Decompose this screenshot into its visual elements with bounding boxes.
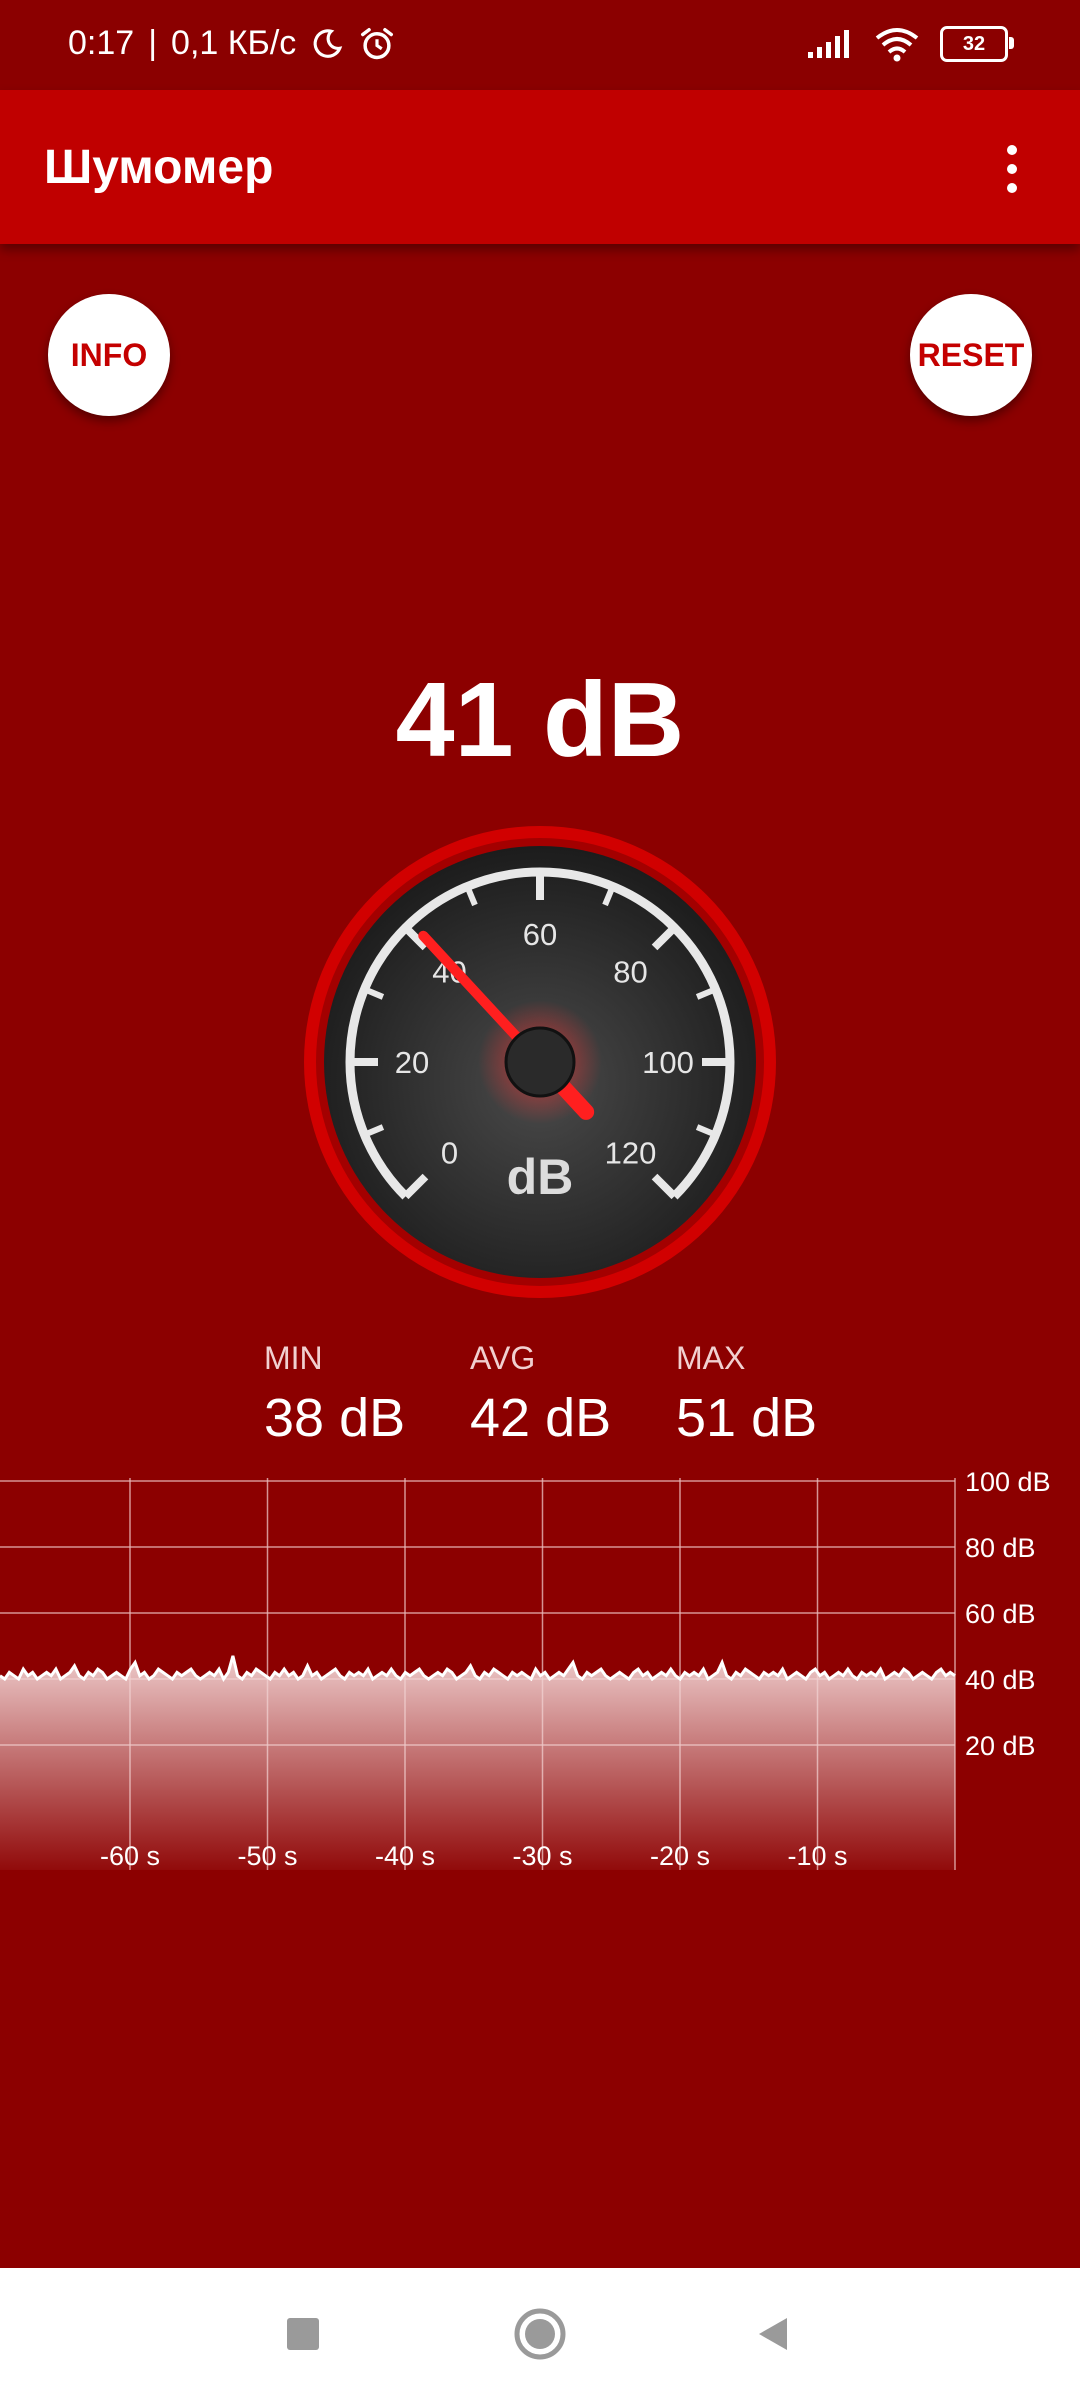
min-label: MIN bbox=[264, 1340, 323, 1376]
stat-max: MAX 51 dB bbox=[676, 1340, 817, 1449]
chart-x-tick-label: -40 s bbox=[375, 1841, 435, 1871]
app-title: Шумомер bbox=[44, 141, 274, 194]
status-separator: | bbox=[148, 24, 158, 62]
min-value: 38 dB bbox=[264, 1388, 406, 1448]
navigation-bar bbox=[0, 2268, 1080, 2400]
avg-value: 42 dB bbox=[470, 1388, 612, 1448]
status-right: 32 bbox=[806, 26, 1014, 62]
battery-level: 32 bbox=[962, 32, 986, 55]
wifi-icon bbox=[875, 28, 919, 62]
chart-area bbox=[0, 1655, 955, 1870]
chart-y-tick-label: 100 dB bbox=[965, 1470, 1051, 1497]
moon-icon bbox=[313, 28, 343, 58]
gauge-hub bbox=[504, 1026, 576, 1098]
chart-y-tick-label: 60 dB bbox=[965, 1599, 1036, 1629]
more-vert-icon[interactable] bbox=[984, 134, 1040, 204]
gauge-unit-label: dB bbox=[507, 1149, 574, 1205]
gauge-scale-label: 0 bbox=[441, 1136, 458, 1171]
chart-x-tick-label: -10 s bbox=[787, 1841, 847, 1871]
chart-y-tick-label: 80 dB bbox=[965, 1533, 1036, 1563]
app-bar: Шумомер bbox=[0, 90, 1080, 244]
status-bar: 0:17 | 0,1 КБ/с 32 bbox=[0, 0, 1080, 90]
current-level: 41 dB bbox=[395, 661, 685, 779]
gauge-scale-label: 20 bbox=[395, 1045, 429, 1080]
alarm-icon bbox=[361, 27, 394, 59]
network-speed: 0,1 КБ/с bbox=[171, 24, 297, 62]
info-button[interactable]: INFO bbox=[48, 294, 170, 416]
chart-x-tick-label: -60 s bbox=[100, 1841, 160, 1871]
gauge-scale-label: 100 bbox=[642, 1045, 694, 1080]
gauge-scale-label: 60 bbox=[523, 917, 557, 952]
recents-square-icon[interactable] bbox=[243, 2268, 363, 2400]
sound-level-gauge: 020406080100120 dB bbox=[304, 826, 776, 1298]
chart-x-tick-label: -50 s bbox=[237, 1841, 297, 1871]
chart-y-tick-label: 20 dB bbox=[965, 1731, 1036, 1761]
chart-x-tick-label: -20 s bbox=[650, 1841, 710, 1871]
noise-history-chart: 100 dB 80 dB 60 dB 40 dB 20 dB -60 s -50 s -40 … bbox=[0, 1470, 1051, 1871]
chart-x-tick-label: -30 s bbox=[512, 1841, 572, 1871]
status-time: 0:17 bbox=[68, 24, 135, 62]
max-label: MAX bbox=[676, 1340, 746, 1376]
home-circle-icon[interactable] bbox=[480, 2268, 600, 2400]
max-value: 51 dB bbox=[676, 1388, 818, 1448]
reset-button[interactable]: RESET bbox=[910, 294, 1032, 416]
menu-dot bbox=[1007, 164, 1017, 174]
avg-label: AVG bbox=[470, 1340, 536, 1376]
gauge-scale-label: 120 bbox=[605, 1136, 657, 1171]
status-left: 0:17 | 0,1 КБ/с bbox=[68, 24, 396, 63]
menu-dot bbox=[1007, 145, 1017, 155]
gauge-scale-label: 80 bbox=[613, 954, 647, 989]
menu-dot bbox=[1007, 183, 1017, 193]
battery-icon: 32 bbox=[940, 26, 1014, 62]
signal-icon bbox=[808, 30, 849, 58]
chart-y-tick-label: 40 dB bbox=[965, 1665, 1036, 1695]
stat-avg: AVG 42 dB bbox=[470, 1340, 611, 1449]
stat-min: MIN 38 dB bbox=[264, 1340, 405, 1449]
back-triangle-icon[interactable] bbox=[713, 2268, 833, 2400]
